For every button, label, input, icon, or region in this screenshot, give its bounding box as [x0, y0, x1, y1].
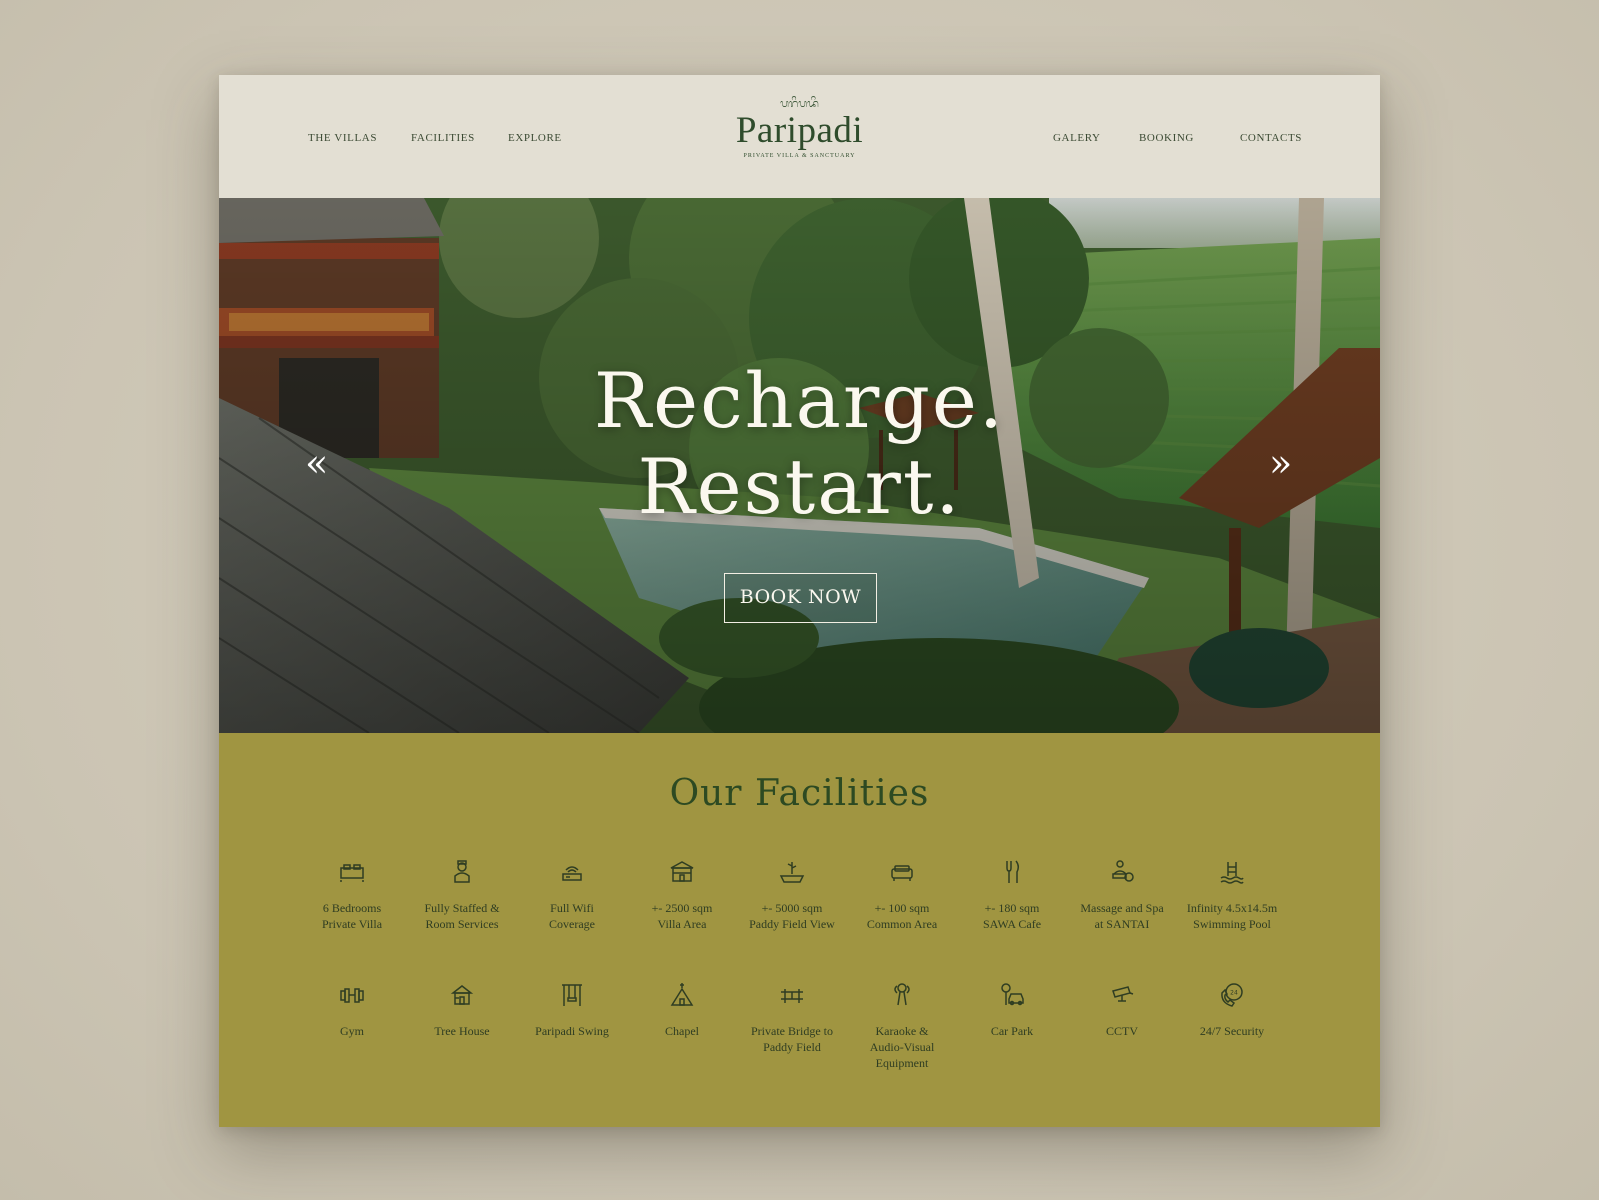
- swing-icon: [562, 984, 582, 1006]
- facility-label: Private Bridge to Paddy Field: [751, 1024, 833, 1054]
- logo-name: Paripadi: [735, 110, 864, 151]
- nav-galery[interactable]: GALERY: [1053, 132, 1101, 144]
- facility-label: Massage and Spa at SANTAI: [1080, 901, 1164, 931]
- facility-item: Gym: [297, 981, 407, 1039]
- pool-icon: [1220, 862, 1244, 884]
- facility-item: Paripadi Swing: [517, 981, 627, 1039]
- facility-item: Full Wifi Coverage: [517, 858, 627, 932]
- nav-contacts[interactable]: CONTACTS: [1240, 132, 1302, 144]
- facility-label: +- 2500 sqm Villa Area: [651, 901, 713, 931]
- facility-item: Chapel: [627, 981, 737, 1039]
- cctv-icon: [1112, 986, 1134, 1002]
- facility-item: Car Park: [957, 981, 1067, 1039]
- facility-label: Full Wifi Coverage: [549, 901, 595, 931]
- dumbbell-icon: [340, 988, 364, 1003]
- facility-label: +- 100 sqm Common Area: [866, 901, 938, 931]
- sofa-icon: [891, 865, 913, 881]
- microphone-icon: [894, 983, 910, 1006]
- facility-item: Tree House: [407, 981, 517, 1039]
- chapel-icon: [670, 983, 694, 1006]
- facility-item: Infinity 4.5x14.5m Swimming Pool: [1177, 858, 1287, 932]
- facility-label: 24/7 Security: [1199, 1024, 1265, 1038]
- facility-item: +- 5000 sqm Paddy Field View: [737, 858, 847, 932]
- cutlery-icon: [1006, 860, 1020, 883]
- facility-item: +- 180 sqm SAWA Cafe: [957, 858, 1067, 932]
- paddy-icon: [779, 862, 805, 883]
- nav-booking[interactable]: BOOKING: [1139, 132, 1194, 144]
- spa-icon: [1112, 860, 1134, 882]
- facility-label: 6 Bedrooms Private Villa: [321, 901, 383, 931]
- facility-label: Chapel: [665, 1024, 699, 1038]
- facility-label: Paripadi Swing: [535, 1024, 609, 1038]
- facility-label: +- 5000 sqm Paddy Field View: [749, 901, 835, 931]
- treehouse-icon: [450, 985, 474, 1005]
- logo[interactable]: ᬧᬭᬶᬧᬤᬶ Paripadi PRIVATE VILLA & SANCTUAR…: [219, 97, 1380, 159]
- facility-item: 6 Bedrooms Private Villa: [297, 858, 407, 932]
- villa-icon: [670, 861, 694, 882]
- facility-label: Infinity 4.5x14.5m Swimming Pool: [1186, 901, 1278, 931]
- logo-script: ᬧᬭᬶᬧᬤᬶ: [780, 97, 819, 110]
- car-park-icon: [1001, 983, 1024, 1006]
- facility-label: Tree House: [434, 1024, 490, 1038]
- wifi-icon: [562, 866, 582, 881]
- facility-label: Gym: [340, 1024, 364, 1038]
- hero-headline: Recharge. Restart.: [219, 358, 1380, 530]
- facility-item: Private Bridge to Paddy Field: [737, 981, 847, 1055]
- facility-item: CCTV: [1067, 981, 1177, 1039]
- next-slide-icon[interactable]: »: [1269, 443, 1292, 483]
- facilities-section: Our Facilities 6 Bedrooms Private Villa …: [219, 733, 1380, 1127]
- facility-item: Fully Staffed & Room Services: [407, 858, 517, 932]
- facility-item: +- 2500 sqm Villa Area: [627, 858, 737, 932]
- facility-label: CCTV: [1105, 1024, 1138, 1038]
- hero-slider: Recharge. Restart. « » BOOK NOW: [219, 198, 1380, 733]
- facility-label: Fully Staffed & Room Services: [424, 901, 500, 931]
- site-header: THE VILLAS FACILITIES EXPLORE ᬧᬭᬶᬧᬤᬶ Par…: [219, 75, 1380, 198]
- facility-item: Karaoke & Audio-Visual Equipment: [847, 981, 957, 1071]
- facilities-title: Our Facilities: [669, 773, 930, 814]
- svg-text:24: 24: [1230, 990, 1238, 997]
- phone-24-icon: 24: [1221, 983, 1243, 1007]
- facility-label: Karaoke & Audio-Visual Equipment: [869, 1024, 935, 1070]
- staff-icon: [454, 860, 470, 883]
- book-now-button[interactable]: BOOK NOW: [724, 573, 877, 623]
- facility-item: +- 100 sqm Common Area: [847, 858, 957, 932]
- bed-icon: [340, 864, 364, 882]
- bridge-icon: [781, 989, 803, 1003]
- hero-line-1: Recharge.: [593, 356, 1006, 445]
- hero-line-2: Restart.: [637, 442, 962, 531]
- logo-tagline: PRIVATE VILLA & SANCTUARY: [743, 153, 856, 159]
- facility-item: Massage and Spa at SANTAI: [1067, 858, 1177, 932]
- facility-label: +- 180 sqm SAWA Cafe: [982, 901, 1042, 931]
- facility-label: Car Park: [990, 1024, 1034, 1038]
- website-frame: THE VILLAS FACILITIES EXPLORE ᬧᬭᬶᬧᬤᬶ Par…: [219, 75, 1380, 1127]
- prev-slide-icon[interactable]: «: [305, 443, 328, 483]
- facility-item: 24 24/7 Security: [1177, 981, 1287, 1039]
